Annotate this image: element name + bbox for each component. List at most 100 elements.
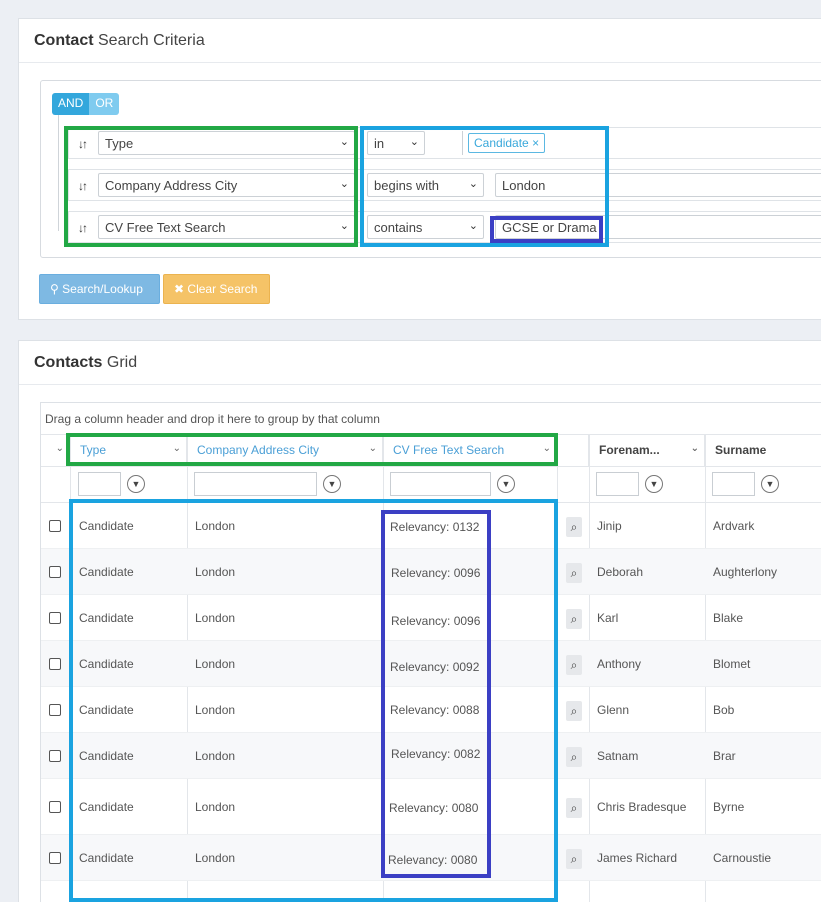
cell-surname: Bob	[713, 703, 735, 717]
cell-relevancy: Relevancy: 0088	[390, 703, 480, 717]
cell-surname: Ardvark	[713, 519, 755, 533]
filter-icon[interactable]: ▼	[645, 475, 663, 493]
table-row[interactable]: Candidate London Relevancy: 0132 ⌕ Jinip Ardv…	[41, 503, 821, 549]
cell-type: Candidate	[79, 611, 134, 625]
filter-icon[interactable]: ▼	[323, 475, 341, 493]
table-row[interactable]: Candidate London Relevancy: 0092 ⌕ Anthony Bl…	[41, 641, 821, 687]
cell-city: London	[195, 657, 236, 671]
filter-input-forename[interactable]	[596, 472, 639, 496]
cell-relevancy: Relevancy: 0096	[391, 614, 481, 628]
field-select[interactable]: Company Address City ⌄	[98, 173, 355, 197]
cell-type: Candidate	[79, 657, 134, 671]
clear-search-button[interactable]: ✖ Clear Search	[163, 274, 270, 304]
view-record-icon[interactable]: ⌕	[566, 609, 582, 629]
and-button[interactable]: AND	[52, 93, 90, 115]
chevron-down-icon: ⌄	[468, 178, 478, 190]
view-record-icon[interactable]: ⌕	[566, 798, 582, 818]
row-checkbox[interactable]	[49, 520, 61, 532]
operator-select[interactable]: begins with ⌄	[367, 173, 484, 197]
search-icon: ⚲	[50, 282, 59, 296]
field-select[interactable]: CV Free Text Search ⌄	[98, 215, 355, 239]
filter-input-city[interactable]	[194, 472, 317, 496]
cell-type: Candidate	[79, 851, 134, 865]
view-record-icon[interactable]: ⌕	[566, 701, 582, 721]
contacts-grid-panel: Contacts Grid Drag a column header and d…	[18, 340, 821, 902]
grid-title: Contacts Grid	[19, 341, 821, 385]
close-icon: ✖	[174, 282, 185, 296]
cell-forename: Glenn	[597, 703, 630, 717]
filter-icon[interactable]: ▼	[127, 475, 145, 493]
column-header-surname[interactable]: Surname⌄	[705, 435, 821, 467]
cell-surname: Byrne	[713, 800, 745, 814]
column-header-city[interactable]: Company Address City ⌄	[187, 435, 383, 467]
cell-relevancy: Relevancy: 0132	[390, 520, 480, 534]
filter-icon[interactable]: ▼	[497, 475, 515, 493]
chevron-down-icon: ⌄	[468, 220, 478, 232]
row-checkbox[interactable]	[49, 750, 61, 762]
cell-relevancy: Relevancy: 0096	[391, 566, 481, 580]
table-row[interactable]: Candidate London Relevancy: 0080 ⌕ Chris Bra…	[41, 779, 821, 835]
field-select[interactable]: Type ⌄	[98, 131, 355, 155]
criteria-title: Contact Search Criteria	[19, 19, 821, 63]
table-row[interactable]: Candidate London Relevancy: 0096 ⌕ Karl Blake	[41, 595, 821, 641]
drag-handle-icon[interactable]: ↓↑	[78, 179, 88, 193]
row-checkbox[interactable]	[49, 704, 61, 716]
rule-tree-line	[58, 115, 59, 231]
and-or-toggle[interactable]: AND OR	[52, 93, 120, 115]
view-record-icon[interactable]: ⌕	[566, 849, 582, 869]
column-header-type[interactable]: Type ⌄	[70, 435, 187, 467]
cell-forename: Anthony	[597, 657, 642, 671]
cell-city: London	[195, 519, 236, 533]
column-header-cv-text[interactable]: CV Free Text Search ⌄	[383, 435, 557, 467]
cell-city: London	[195, 703, 236, 717]
chevron-down-icon: ⌄	[55, 443, 64, 454]
table-row[interactable]: Candidate London Relevancy: 0080 ⌕ James Ric…	[41, 835, 821, 881]
table-row[interactable]: Candidate London Relevancy: 0082 ⌕ Satnam Bra…	[41, 733, 821, 779]
row-checkbox[interactable]	[49, 658, 61, 670]
chevron-down-icon: ⌄	[339, 220, 349, 232]
rule-row-type: ↓↑ Type ⌄ in ⌄ Candidate ×	[68, 127, 821, 159]
cell-city: London	[195, 851, 236, 865]
chevron-down-icon: ⌄	[690, 443, 699, 454]
tag-remove-icon[interactable]: ×	[532, 136, 539, 150]
column-header-forename[interactable]: Forenam... ⌄	[589, 435, 705, 467]
filter-input-surname[interactable]	[712, 472, 755, 496]
row-checkbox[interactable]	[49, 801, 61, 813]
row-menu-header[interactable]: ⌄	[41, 435, 70, 467]
cell-city: London	[195, 565, 236, 579]
row-checkbox[interactable]	[49, 612, 61, 624]
operator-select[interactable]: contains ⌄	[367, 215, 484, 239]
cell-type: Candidate	[79, 565, 134, 579]
drag-handle-icon[interactable]: ↓↑	[78, 137, 88, 151]
cell-forename: James Richard	[597, 851, 678, 865]
chevron-down-icon: ⌄	[542, 443, 551, 454]
chevron-down-icon: ⌄	[409, 136, 419, 148]
cell-forename: Chris Bradesque	[597, 800, 687, 814]
filter-input-cv-text[interactable]	[390, 472, 491, 496]
cell-relevancy: Relevancy: 0080	[388, 853, 478, 867]
view-record-icon[interactable]: ⌕	[566, 655, 582, 675]
search-lookup-button[interactable]: ⚲ Search/Lookup	[39, 274, 160, 304]
rule-builder: AND OR ↓↑ Type ⌄ in ⌄ Candidate × ↓↑ Compa…	[40, 80, 821, 258]
drag-handle-icon[interactable]: ↓↑	[78, 221, 88, 235]
value-input[interactable]: GCSE or Drama	[495, 215, 821, 239]
filter-row: ▼ ▼ ▼ ▼ ▼	[41, 467, 821, 503]
table-row[interactable]: Candidate London Relevancy: 0088 ⌕ Glenn Bob	[41, 687, 821, 733]
view-record-icon[interactable]: ⌕	[566, 563, 582, 583]
cell-city: London	[195, 611, 236, 625]
chevron-down-icon: ⌄	[339, 136, 349, 148]
view-record-icon[interactable]: ⌕	[566, 517, 582, 537]
cell-forename: Karl	[597, 611, 619, 625]
row-checkbox[interactable]	[49, 566, 61, 578]
group-drop-zone[interactable]: Drag a column header and drop it here to…	[41, 403, 821, 435]
view-record-icon[interactable]: ⌕	[566, 747, 582, 767]
table-row[interactable]: Candidate London Relevancy: 0096 ⌕ Deborah Au…	[41, 549, 821, 595]
cell-forename: Jinip	[597, 519, 622, 533]
filter-input-type[interactable]	[78, 472, 121, 496]
value-input[interactable]: London	[495, 173, 821, 197]
row-checkbox[interactable]	[49, 852, 61, 864]
or-button[interactable]: OR	[89, 93, 120, 115]
filter-icon[interactable]: ▼	[761, 475, 779, 493]
operator-select[interactable]: in ⌄	[367, 131, 425, 155]
cell-relevancy: Relevancy: 0080	[389, 801, 479, 815]
